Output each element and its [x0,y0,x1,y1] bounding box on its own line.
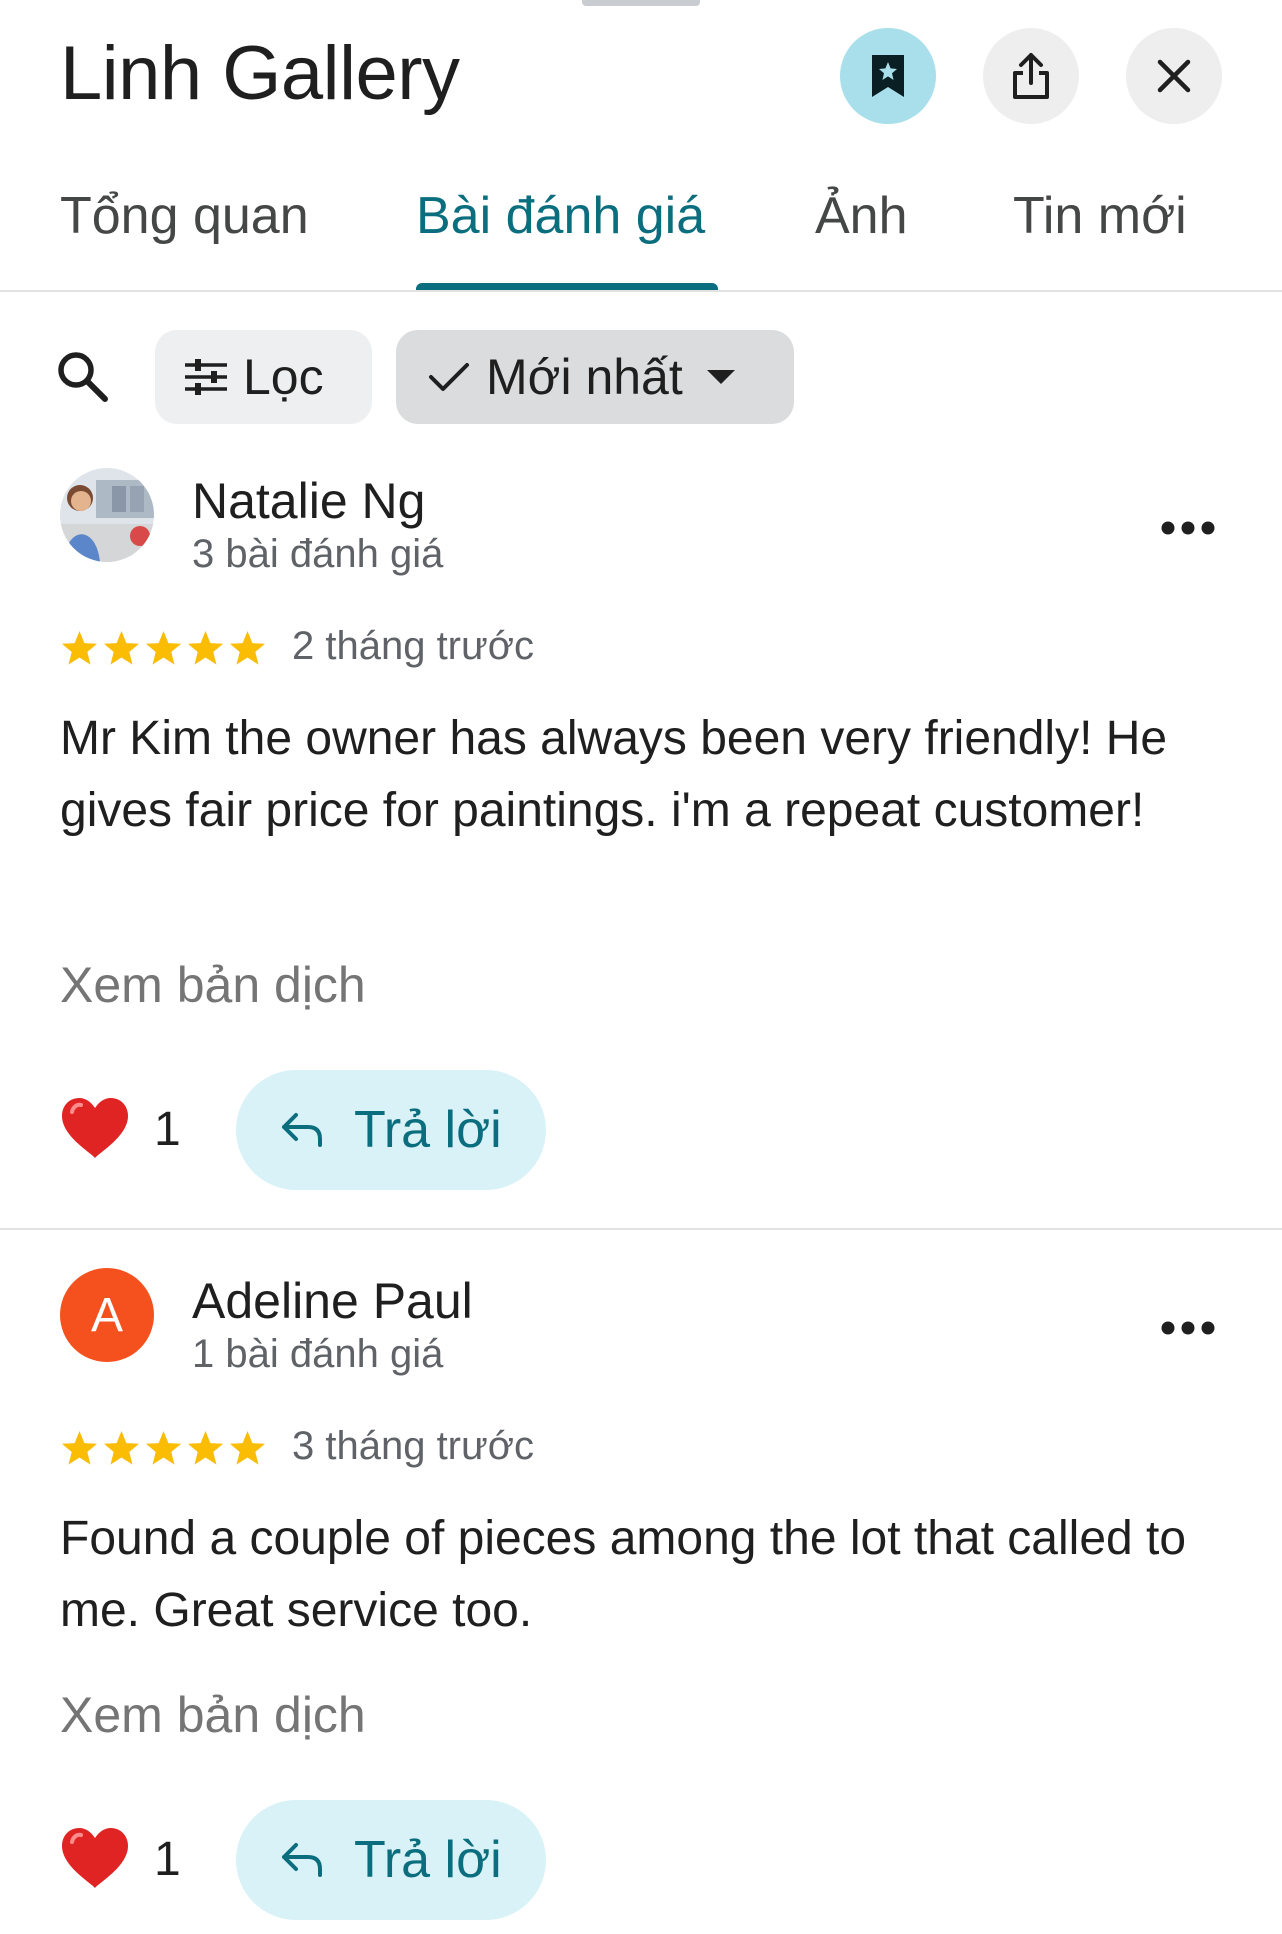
reply-button[interactable]: Trả lời [236,1070,546,1190]
sort-chip-label: Mới nhất [486,349,683,405]
tune-icon [185,359,227,395]
star-icon [145,630,182,665]
place-sheet: Linh Gallery Tổng quan Bài đánh giá Ảnh … [0,0,1282,1934]
filter-chip[interactable]: Lọc [155,330,372,424]
like-count: 1 [154,1833,181,1886]
close-button[interactable] [1126,28,1222,124]
tab-updates[interactable]: Tin mới [1013,186,1187,246]
see-translation-link[interactable]: Xem bản dịch [60,956,366,1014]
star-icon [145,1430,182,1465]
reply-button[interactable]: Trả lời [236,1800,546,1920]
reviewer-review-count: 3 bài đánh giá [192,532,444,576]
more-options-icon[interactable] [1160,1318,1216,1338]
star-icon [61,1430,98,1465]
review-divider [0,1228,1282,1230]
reviewer-name[interactable]: Adeline Paul [192,1272,473,1330]
star-icon [103,630,140,665]
like-count: 1 [154,1103,181,1156]
heart-icon[interactable] [60,1826,130,1890]
tab-photos[interactable]: Ảnh [815,186,908,246]
reviewer-review-count: 1 bài đánh giá [192,1332,444,1376]
review-time: 3 tháng trước [292,1424,535,1468]
tab-divider [0,290,1282,292]
avatar[interactable] [60,468,154,562]
tab-bar: Tổng quan Bài đánh giá Ảnh Tin mới [0,160,1282,292]
review-text: Found a couple of pieces among the lot t… [60,1512,1187,1637]
star-icon [229,630,266,665]
star-icon [103,1430,140,1465]
see-translation-link[interactable]: Xem bản dịch [60,1686,366,1744]
bookmark-icon [872,55,904,97]
close-icon [1157,59,1191,93]
avatar-photo [60,468,154,562]
star-rating [60,1429,267,1467]
star-icon [61,630,98,665]
filter-chip-label: Lọc [243,349,324,405]
share-icon [1013,53,1049,99]
star-icon [229,1430,266,1465]
reply-arrow-icon [282,1113,322,1147]
page-title: Linh Gallery [60,31,460,116]
star-rating [60,629,267,667]
sort-chip[interactable]: Mới nhất [396,330,794,424]
search-reviews-button[interactable] [54,348,112,406]
more-options-icon[interactable] [1160,518,1216,538]
review-text: Mr Kim the owner has always been very fr… [60,712,1168,837]
heart-icon[interactable] [60,1096,130,1160]
search-icon [58,352,108,402]
check-icon [429,363,469,391]
star-icon [187,1430,224,1465]
avatar[interactable]: A [60,1268,154,1362]
reply-button-label: Trả lời [354,1831,502,1889]
star-icon [187,630,224,665]
drag-handle[interactable] [582,0,700,6]
review-time: 2 tháng trước [292,624,535,668]
dropdown-arrow-icon [706,370,735,384]
reply-arrow-icon [282,1843,322,1877]
reply-button-label: Trả lời [354,1101,502,1159]
reviewer-name[interactable]: Natalie Ng [192,472,425,530]
save-button[interactable] [840,28,936,124]
share-button[interactable] [983,28,1079,124]
tab-overview[interactable]: Tổng quan [60,186,309,246]
tab-reviews[interactable]: Bài đánh giá [416,186,705,246]
